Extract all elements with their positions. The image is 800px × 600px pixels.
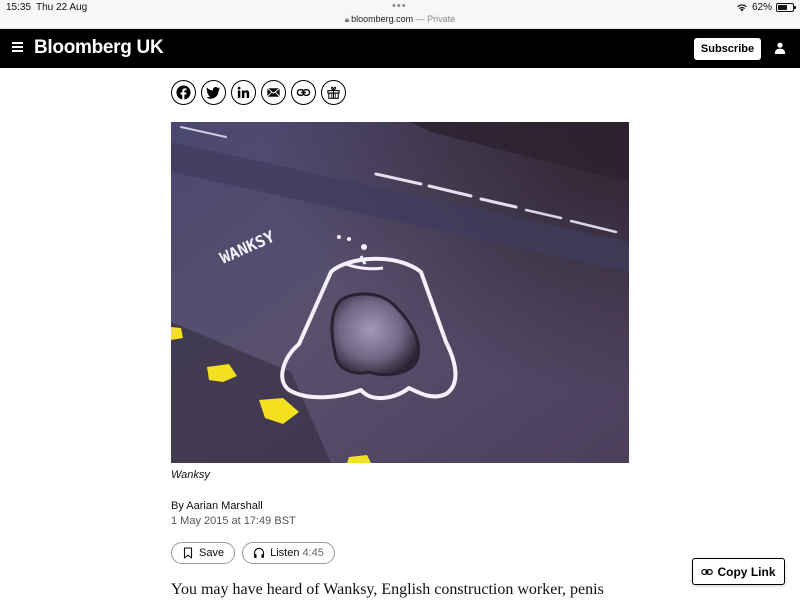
email-icon bbox=[267, 87, 280, 98]
listen-duration: 4:45 bbox=[302, 547, 324, 559]
battery-icon bbox=[776, 3, 796, 12]
pothole-graffiti-photo: WANKSY bbox=[171, 122, 629, 463]
gift-icon bbox=[327, 86, 340, 99]
site-header: Bloomberg UK Subscribe bbox=[0, 29, 800, 68]
author-link[interactable]: Aarian Marshall bbox=[186, 500, 262, 512]
status-bar: 15:35 Thu 22 Aug ••• 🔒︎ bloomberg.com — P… bbox=[0, 0, 800, 29]
headphones-icon bbox=[253, 547, 265, 558]
save-button[interactable]: Save bbox=[171, 542, 236, 564]
listen-button[interactable]: Listen 4:45 bbox=[242, 542, 335, 564]
brand-logo[interactable]: Bloomberg UK bbox=[34, 37, 164, 59]
facebook-icon bbox=[176, 85, 191, 100]
share-facebook-button[interactable] bbox=[171, 80, 196, 105]
share-bar bbox=[171, 80, 346, 105]
share-email-button[interactable] bbox=[261, 80, 286, 105]
article-actions: Save Listen 4:45 bbox=[171, 542, 335, 564]
private-label: — Private bbox=[415, 14, 456, 24]
share-twitter-button[interactable] bbox=[201, 80, 226, 105]
byline-prefix: By bbox=[171, 500, 184, 512]
byline: By Aarian Marshall bbox=[171, 500, 263, 512]
subscribe-button[interactable]: Subscribe bbox=[694, 38, 761, 60]
wifi-icon bbox=[737, 4, 747, 12]
lock-icon: 🔒︎ bbox=[344, 15, 350, 24]
status-right: 62% bbox=[736, 2, 796, 13]
gift-article-button[interactable] bbox=[321, 80, 346, 105]
listen-label: Listen bbox=[270, 547, 300, 559]
status-date: Thu 22 Aug bbox=[36, 2, 88, 13]
share-link-button[interactable] bbox=[291, 80, 316, 105]
hamburger-menu-icon[interactable] bbox=[12, 42, 23, 52]
publish-timestamp: 1 May 2015 at 17:49 BST bbox=[171, 515, 296, 527]
account-icon[interactable] bbox=[774, 42, 786, 54]
article-body-text: You may have heard of Wanksy, English co… bbox=[171, 581, 604, 598]
more-dots-icon[interactable]: ••• bbox=[392, 0, 407, 12]
link-icon bbox=[296, 88, 311, 97]
address-bar[interactable]: 🔒︎ bloomberg.com — Private bbox=[0, 14, 800, 25]
address-url: bloomberg.com bbox=[351, 14, 414, 24]
link-icon bbox=[701, 568, 714, 575]
save-label: Save bbox=[199, 547, 225, 559]
photo-caption: Wanksy bbox=[171, 469, 210, 481]
article-photo[interactable]: WANKSY bbox=[171, 122, 629, 463]
share-linkedin-button[interactable] bbox=[231, 80, 256, 105]
linkedin-icon bbox=[237, 86, 250, 98]
copy-link-button[interactable]: Copy Link bbox=[692, 558, 785, 585]
status-time: 15:35 bbox=[6, 2, 32, 13]
twitter-icon bbox=[206, 86, 221, 99]
bookmark-icon bbox=[183, 547, 193, 559]
copy-link-label: Copy Link bbox=[717, 564, 776, 579]
battery-percent: 62% bbox=[751, 2, 772, 13]
